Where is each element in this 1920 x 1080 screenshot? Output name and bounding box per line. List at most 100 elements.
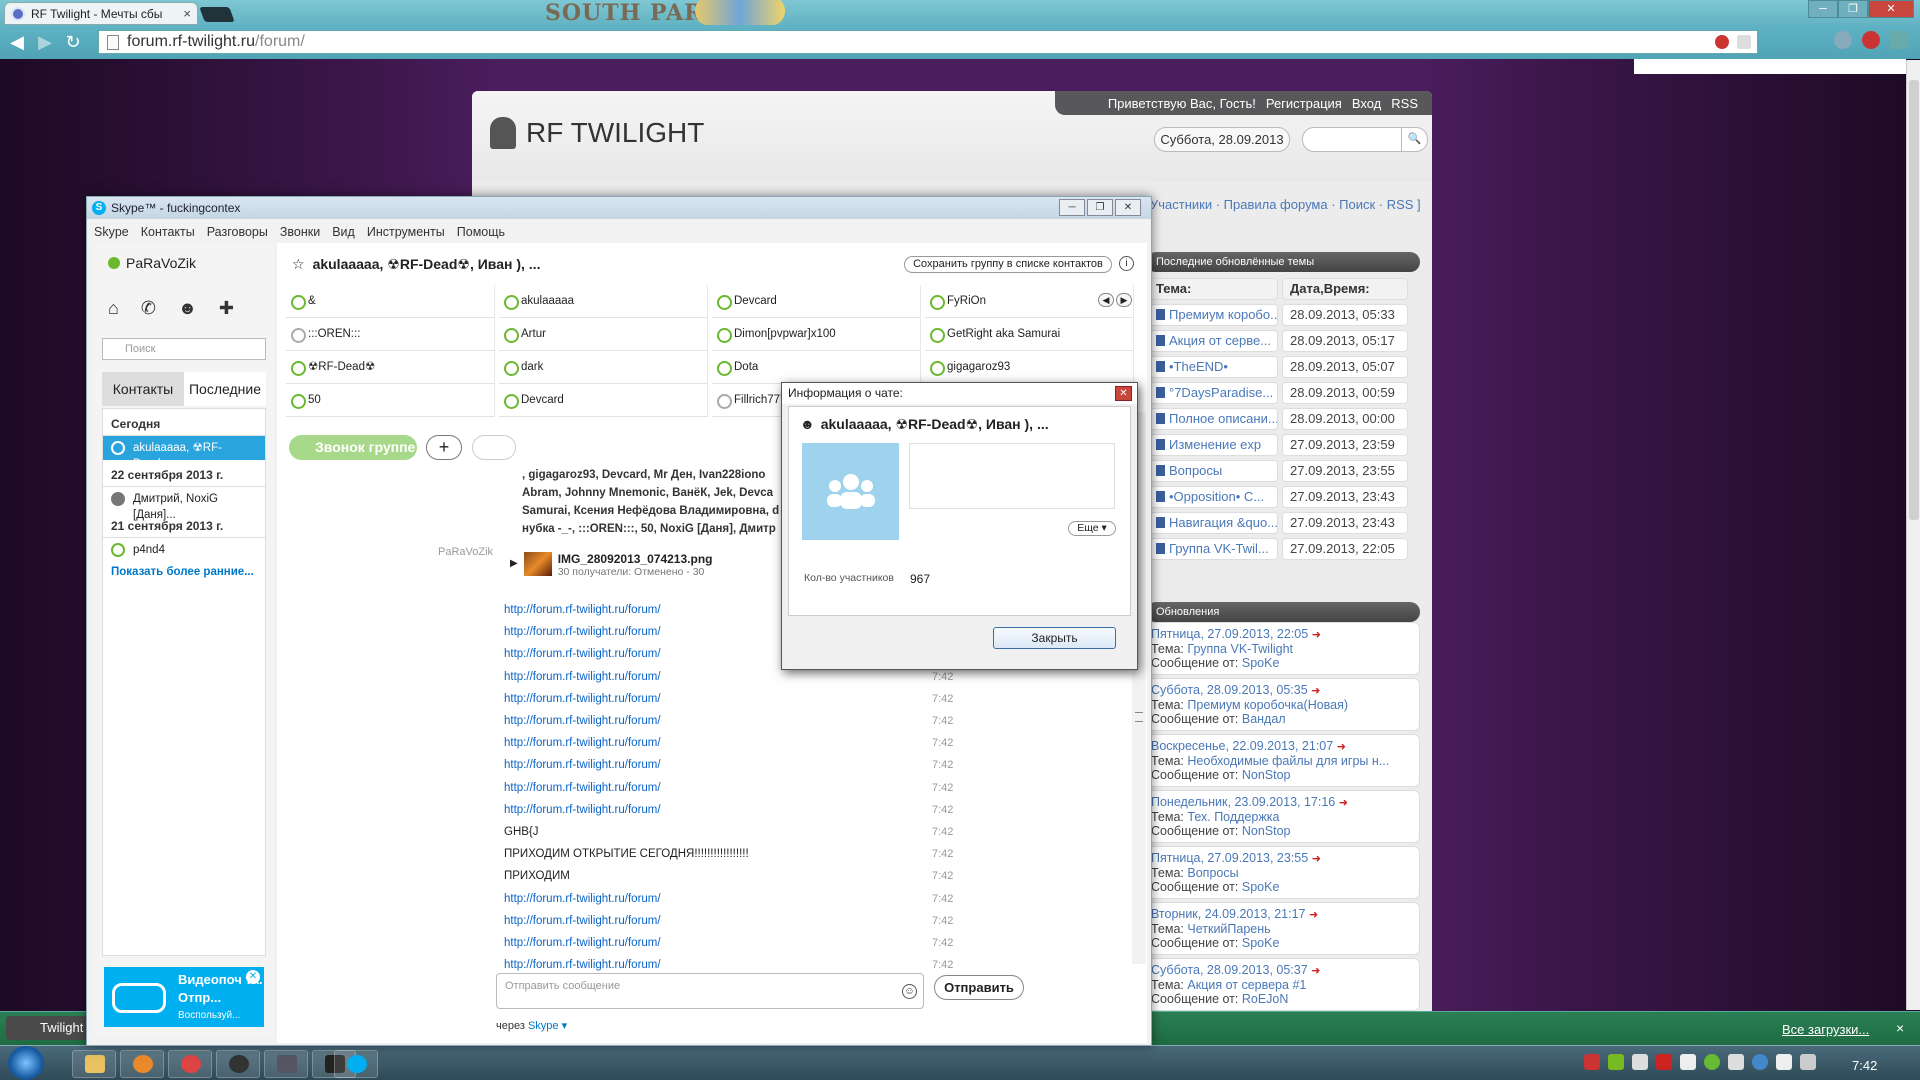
update-author-link[interactable]: SpoKe xyxy=(1242,880,1280,894)
via-skype-dropdown[interactable]: Skype ▾ xyxy=(528,1020,567,1032)
last-post-arrow-icon[interactable]: ➜ xyxy=(1312,853,1321,865)
skype-taskbar-button[interactable] xyxy=(334,1050,378,1078)
message-link[interactable]: http://forum.rf-twilight.ru/forum/ xyxy=(504,693,661,705)
participant[interactable]: akulaaaaa xyxy=(499,285,708,318)
downloads-close-icon[interactable]: × xyxy=(1896,1020,1904,1036)
tab-close-icon[interactable]: × xyxy=(183,6,191,21)
topic-link[interactable]: Группа VK-Twil... xyxy=(1150,538,1278,560)
last-post-arrow-icon[interactable]: ➜ xyxy=(1311,685,1320,697)
group-icon[interactable]: ☻ xyxy=(178,298,197,319)
update-topic-link[interactable]: Вопросы xyxy=(1187,866,1238,880)
app-taskbar-button[interactable] xyxy=(264,1050,308,1078)
search-icon[interactable]: 🔍 xyxy=(1401,128,1427,151)
last-post-arrow-icon[interactable]: ➜ xyxy=(1311,965,1320,977)
update-author-link[interactable]: RoEJoN xyxy=(1242,992,1289,1006)
menu-tools[interactable]: Инструменты xyxy=(367,225,445,239)
participant[interactable]: Artur xyxy=(499,318,708,351)
tab-contacts[interactable]: Контакты xyxy=(102,372,184,406)
maximize-button[interactable]: ❐ xyxy=(1838,0,1868,18)
message-link[interactable]: http://forum.rf-twilight.ru/forum/ xyxy=(504,671,661,683)
translate-icon[interactable] xyxy=(1737,35,1751,49)
emoticon-icon[interactable]: ☺ xyxy=(902,984,917,999)
update-author-link[interactable]: Вандал xyxy=(1242,712,1286,726)
update-author-link[interactable]: NonStop xyxy=(1242,824,1291,838)
update-date-link[interactable]: Вторник, 24.09.2013, 21:17 xyxy=(1151,907,1306,921)
menu-conversations[interactable]: Разговоры xyxy=(207,225,268,239)
list-item[interactable]: p4nd4 xyxy=(103,538,265,562)
message-link[interactable]: http://forum.rf-twilight.ru/forum/ xyxy=(504,804,661,816)
chrome-taskbar-button[interactable] xyxy=(168,1050,212,1078)
ad-close-icon[interactable]: ✕ xyxy=(246,970,260,984)
add-contact-icon[interactable]: ✚ xyxy=(219,298,234,319)
more-dropdown[interactable]: Еще ▾ xyxy=(1068,521,1116,536)
last-post-arrow-icon[interactable]: ➜ xyxy=(1337,741,1346,753)
save-group-button[interactable]: Сохранить группу в списке контактов xyxy=(904,256,1112,273)
tab-recent[interactable]: Последние xyxy=(184,372,266,406)
tray-shield-icon[interactable] xyxy=(1728,1054,1744,1070)
forum-search-input[interactable]: 🔍 xyxy=(1302,127,1428,152)
message-link[interactable]: http://forum.rf-twilight.ru/forum/ xyxy=(504,604,661,616)
add-button[interactable]: + xyxy=(426,435,462,460)
update-date-link[interactable]: Пятница, 27.09.2013, 23:55 xyxy=(1151,851,1308,865)
participant[interactable]: ☢RF-Dead☢ xyxy=(286,351,495,384)
last-post-arrow-icon[interactable]: ➜ xyxy=(1309,909,1318,921)
minimize-button[interactable]: ─ xyxy=(1808,0,1838,18)
info-icon[interactable]: i xyxy=(1119,256,1134,271)
topic-link[interactable]: °7DaysParadise... xyxy=(1150,382,1278,404)
update-topic-link[interactable]: Премиум коробочка(Новая) xyxy=(1187,698,1348,712)
update-author-link[interactable]: NonStop xyxy=(1242,768,1291,782)
tray-signal-icon[interactable] xyxy=(1800,1054,1816,1070)
all-downloads-link[interactable]: Все загрузки... xyxy=(1782,1022,1869,1037)
login-link[interactable]: Вход xyxy=(1352,96,1381,111)
browser-tab[interactable]: RF Twilight - Мечты сбы × xyxy=(4,2,198,25)
update-topic-link[interactable]: Группа VK-Twilight xyxy=(1187,642,1293,656)
update-author-link[interactable]: SpoKe xyxy=(1242,656,1280,670)
participant[interactable]: Dimon[pvpwar]x100 xyxy=(712,318,921,351)
last-post-arrow-icon[interactable]: ➜ xyxy=(1339,797,1348,809)
topic-link[interactable]: Премиум коробо... xyxy=(1150,304,1278,326)
forward-arrow-icon[interactable]: ▶ xyxy=(34,32,56,53)
message-link[interactable]: http://forum.rf-twilight.ru/forum/ xyxy=(504,626,661,638)
topic-link[interactable]: Навигация &quo... xyxy=(1150,512,1278,534)
favorite-star-icon[interactable]: ☆ xyxy=(292,256,305,272)
next-page-icon[interactable]: ▶ xyxy=(1116,293,1132,307)
menu-skype[interactable]: Skype xyxy=(94,225,129,239)
contact-search-input[interactable]: Поиск xyxy=(102,338,266,360)
topic-link[interactable]: Акция от серве... xyxy=(1150,330,1278,352)
skype-close-button[interactable]: ✕ xyxy=(1115,199,1141,216)
message-link[interactable]: http://forum.rf-twilight.ru/forum/ xyxy=(504,715,661,727)
topic-link[interactable]: •Opposition• C... xyxy=(1150,486,1278,508)
reload-icon[interactable]: ↻ xyxy=(62,32,84,53)
call-group-button[interactable]: Звонок группе xyxy=(289,435,417,460)
topic-link[interactable]: •TheEND• xyxy=(1150,356,1278,378)
tray-globe-icon[interactable] xyxy=(1752,1054,1768,1070)
prev-page-icon[interactable]: ◀ xyxy=(1098,293,1114,307)
extension-icon[interactable] xyxy=(1862,31,1880,49)
dialog-close-icon[interactable]: ✕ xyxy=(1115,386,1132,401)
message-link[interactable]: http://forum.rf-twilight.ru/forum/ xyxy=(504,782,661,794)
list-item[interactable]: akulaaaaa, ☢RF-Dead... xyxy=(103,436,265,470)
menu-calls[interactable]: Звонки xyxy=(280,225,320,239)
participant[interactable]: gigagaroz93 xyxy=(925,351,1134,384)
message-link[interactable]: http://forum.rf-twilight.ru/forum/ xyxy=(504,737,661,749)
forum-logo[interactable]: RF TWILIGHT xyxy=(490,117,704,149)
dialog-close-button[interactable]: Закрыть xyxy=(993,627,1116,649)
home-icon[interactable]: ⌂ xyxy=(108,298,119,319)
clock[interactable]: 7:42 xyxy=(1852,1058,1877,1073)
message-link[interactable]: http://forum.rf-twilight.ru/forum/ xyxy=(504,937,661,949)
list-item[interactable]: Дмитрий, NoxiG [Даня]... xyxy=(103,487,265,521)
last-post-arrow-icon[interactable]: ➜ xyxy=(1312,629,1321,641)
tray-network-icon[interactable] xyxy=(1680,1054,1696,1070)
media-taskbar-button[interactable] xyxy=(120,1050,164,1078)
my-profile[interactable]: PaRaVoZik xyxy=(108,255,196,271)
menu-help[interactable]: Помощь xyxy=(457,225,505,239)
explorer-taskbar-button[interactable] xyxy=(72,1050,116,1078)
participant[interactable]: GetRight aka Samurai xyxy=(925,318,1134,351)
tray-nvidia-icon[interactable] xyxy=(1608,1054,1624,1070)
participant[interactable]: Dota xyxy=(712,351,921,384)
participant[interactable]: & xyxy=(286,285,495,318)
back-arrow-icon[interactable]: ◀ xyxy=(6,32,28,53)
skype-minimize-button[interactable]: ─ xyxy=(1059,199,1085,216)
download-item[interactable]: Twilight xyxy=(6,1016,88,1040)
steam-taskbar-button[interactable] xyxy=(216,1050,260,1078)
